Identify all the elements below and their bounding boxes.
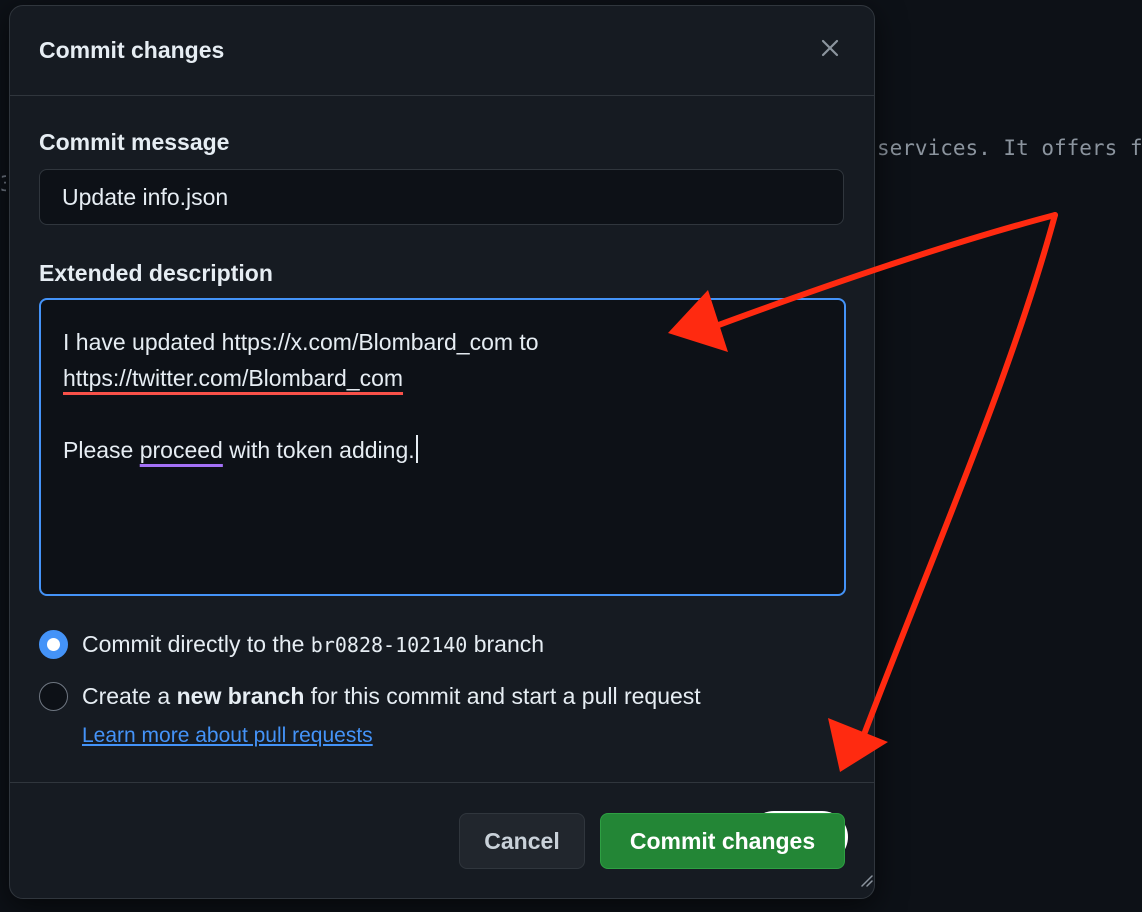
- new-branch-suffix: for this commit and start a pull request: [304, 683, 701, 709]
- description-line-1: I have updated https://x.com/Blombard_co…: [63, 329, 539, 355]
- description-blank-line: [63, 396, 822, 432]
- description-line-3: Please proceed with token adding.: [63, 432, 822, 468]
- commit-dialog: Commit changes Commit message Extended d…: [9, 5, 875, 899]
- commit-message-input[interactable]: [39, 169, 844, 225]
- cancel-button[interactable]: Cancel: [459, 813, 585, 869]
- new-branch-radio[interactable]: [39, 682, 68, 711]
- extended-description-textarea[interactable]: I have updated https://x.com/Blombard_co…: [39, 298, 873, 887]
- commit-directly-prefix: Commit directly to the: [82, 631, 311, 657]
- extended-description-label: Extended description: [39, 260, 273, 286]
- resize-grip-icon[interactable]: [859, 873, 873, 887]
- close-icon: [821, 39, 839, 57]
- description-line-3-end: with token adding.: [222, 437, 415, 463]
- grammar-flagged-word: proceed: [139, 437, 223, 463]
- commit-changes-button[interactable]: Commit changes: [600, 813, 845, 869]
- learn-more-link[interactable]: Learn more about pull requests: [82, 724, 373, 748]
- commit-directly-label: Commit directly to the br0828-102140 bra…: [82, 630, 544, 660]
- description-line-2-link: https://twitter.com/Blombard_com: [63, 365, 404, 391]
- arrow-to-commit-button: [857, 212, 1058, 748]
- background-code-fragment: 3: [0, 172, 6, 194]
- branch-name: br0828-102140: [310, 633, 468, 657]
- dialog-title: Commit changes: [39, 37, 225, 63]
- dialog-header: Commit changes: [10, 6, 874, 96]
- background-code-text: services. It offers f: [877, 136, 1142, 160]
- commit-directly-suffix: branch: [467, 631, 545, 657]
- new-branch-emphasis: new branch: [176, 683, 305, 709]
- commit-directly-option[interactable]: Commit directly to the br0828-102140 bra…: [39, 630, 739, 659]
- new-branch-option[interactable]: Create a new branch for this commit and …: [39, 682, 819, 711]
- text-caret: [415, 435, 418, 463]
- footer-divider: [10, 782, 874, 783]
- description-line-3-start: Please: [63, 437, 140, 463]
- new-branch-label: Create a new branch for this commit and …: [82, 682, 701, 711]
- commit-message-label: Commit message: [39, 129, 230, 155]
- commit-directly-radio[interactable]: [39, 630, 68, 659]
- close-button[interactable]: [815, 33, 845, 63]
- new-branch-prefix: Create a: [82, 683, 177, 709]
